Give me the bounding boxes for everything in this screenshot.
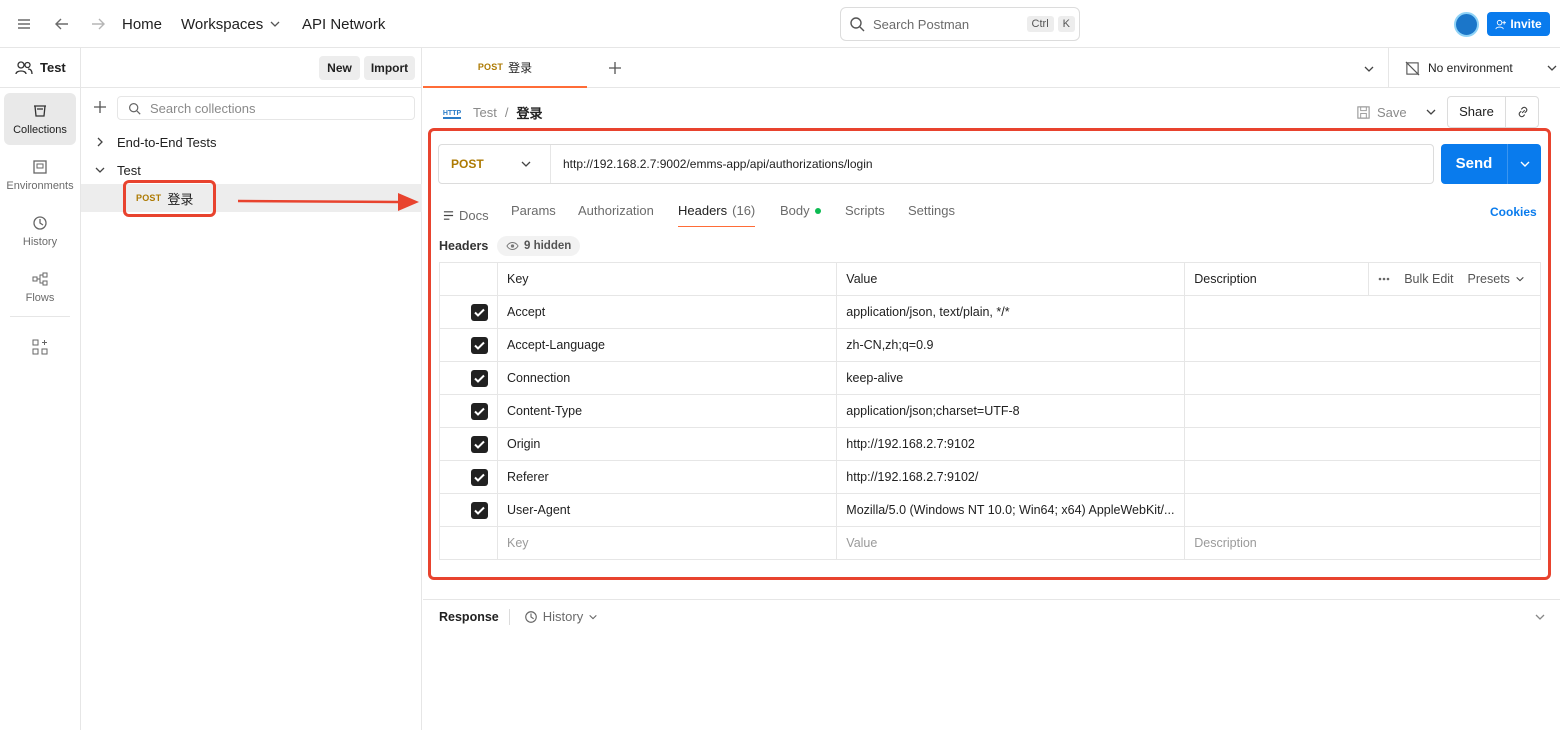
- rail-label-flows: Flows: [25, 291, 55, 304]
- nav-workspaces-label: Workspaces: [181, 15, 264, 33]
- response-history-label: History: [542, 609, 584, 624]
- tree-label: Test: [117, 162, 141, 178]
- response-bar: Response History: [423, 599, 1560, 633]
- chevron-down-icon: [1546, 62, 1558, 74]
- share-group: Share: [1447, 96, 1539, 128]
- response-divider: [508, 608, 510, 625]
- collections-search-input[interactable]: Search collections: [117, 96, 415, 120]
- collections-search-placeholder: Search collections: [150, 100, 256, 116]
- response-label: Response: [439, 609, 499, 624]
- global-search[interactable]: Search Postman Ctrl K: [840, 7, 1080, 41]
- annotation-box-editor: [428, 128, 1551, 580]
- rail-item-history[interactable]: History: [4, 205, 76, 257]
- rail-item-collections[interactable]: Collections: [4, 93, 76, 145]
- save-button[interactable]: Save: [1356, 100, 1437, 124]
- chevron-down-icon: [588, 612, 598, 622]
- new-button[interactable]: New: [319, 56, 360, 80]
- invite-label: Invite: [1510, 17, 1542, 31]
- collections-icon: [32, 103, 48, 119]
- chevron-right-icon: [95, 137, 105, 147]
- breadcrumb-separator: /: [504, 104, 509, 120]
- forward-arrow-icon[interactable]: [90, 0, 106, 48]
- tab-name: 登录: [508, 60, 533, 75]
- save-chevron-down-icon[interactable]: [1425, 106, 1437, 118]
- breadcrumb-request[interactable]: 登录: [516, 103, 542, 122]
- chevron-down-icon: [269, 18, 281, 30]
- avatar[interactable]: [1454, 12, 1479, 37]
- add-apps-icon[interactable]: [32, 339, 48, 355]
- request-tabs-bar: POST 登录 No environment: [423, 48, 1560, 88]
- history-icon: [32, 215, 48, 231]
- tab-method: POST: [477, 62, 504, 72]
- no-environment-icon: [1405, 61, 1420, 76]
- kbd-k: K: [1057, 16, 1075, 32]
- history-icon: [524, 610, 538, 624]
- annotation-box-request: [123, 180, 216, 217]
- kbd-ctrl: Ctrl: [1026, 16, 1054, 32]
- breadcrumb: HTTP Test / 登录: [443, 100, 543, 124]
- menu-icon[interactable]: [16, 0, 32, 48]
- nav-api-network[interactable]: API Network: [302, 0, 385, 48]
- tabs-dropdown-chevron-icon[interactable]: [1363, 63, 1375, 75]
- rail-label-collections: Collections: [13, 123, 67, 136]
- search-icon: [128, 102, 141, 115]
- annotation-arrow-icon: [238, 191, 420, 213]
- link-icon[interactable]: [1516, 105, 1530, 119]
- breadcrumb-collection[interactable]: Test: [473, 105, 497, 120]
- response-history-dropdown[interactable]: History: [524, 609, 598, 624]
- tree-collection-end-to-end[interactable]: End-to-End Tests: [81, 128, 422, 156]
- back-arrow-icon[interactable]: [54, 0, 70, 48]
- http-icon: HTTP: [443, 105, 461, 119]
- nav-workspaces[interactable]: Workspaces: [181, 0, 281, 48]
- rail-item-environments[interactable]: Environments: [4, 149, 76, 201]
- tree-label: End-to-End Tests: [117, 134, 217, 150]
- nav-home[interactable]: Home: [122, 0, 162, 48]
- search-placeholder: Search Postman: [873, 16, 970, 32]
- rail-label-environments: Environments: [6, 179, 74, 192]
- response-collapse-chevron-icon[interactable]: [1534, 611, 1546, 623]
- top-bar: Home Workspaces API Network Search Postm…: [0, 0, 1560, 48]
- invite-button[interactable]: Invite: [1487, 12, 1550, 36]
- import-button[interactable]: Import: [364, 56, 415, 80]
- rail-label-history: History: [22, 235, 58, 248]
- new-tab-plus-icon[interactable]: [608, 61, 622, 75]
- add-user-icon: [1495, 19, 1507, 30]
- save-label: Save: [1377, 104, 1407, 120]
- rail-item-flows[interactable]: Flows: [4, 261, 76, 313]
- share-button[interactable]: Share: [1448, 97, 1506, 127]
- save-icon: [1356, 105, 1371, 120]
- environment-selector[interactable]: No environment: [1388, 48, 1560, 88]
- chevron-down-icon: [95, 165, 105, 175]
- flows-icon: [32, 271, 48, 287]
- tab-request-login[interactable]: POST 登录: [423, 48, 587, 88]
- search-icon: [849, 16, 865, 32]
- rail-divider: [10, 316, 70, 317]
- environments-icon: [32, 159, 48, 175]
- plus-icon[interactable]: [93, 100, 107, 114]
- environment-label: No environment: [1428, 61, 1513, 75]
